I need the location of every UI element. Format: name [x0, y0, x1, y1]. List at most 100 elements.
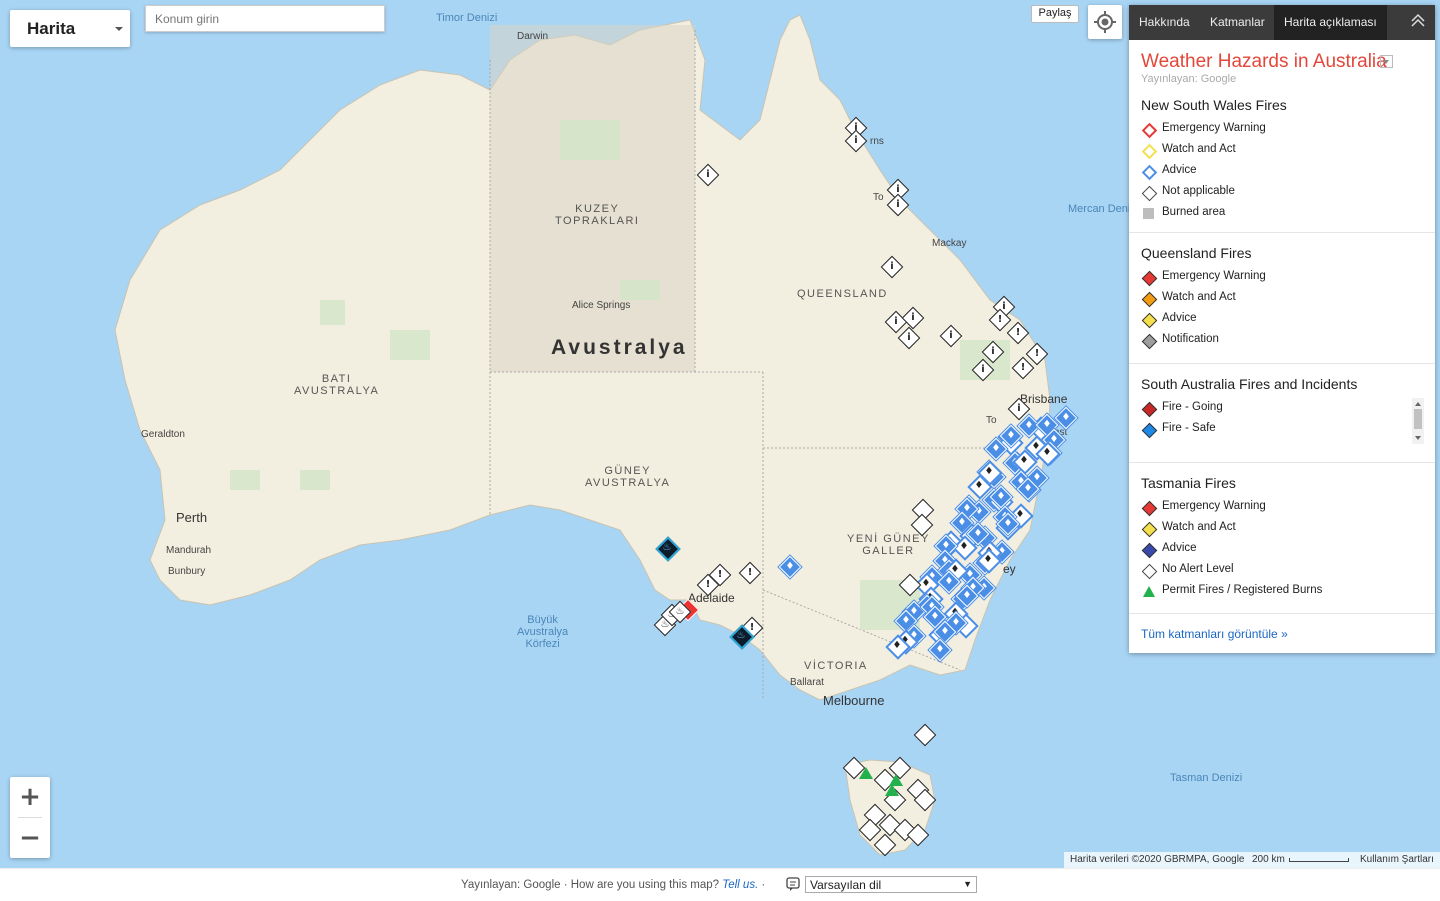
watch-marker[interactable]: !: [738, 561, 762, 585]
watch-marker[interactable]: !: [1011, 356, 1035, 380]
sa-fire-marker[interactable]: ♨: [668, 600, 692, 624]
chevron-up-icon: [1411, 13, 1425, 27]
qld-notification-marker[interactable]: i: [886, 193, 910, 217]
diamond-icon: [1141, 312, 1158, 329]
collapse-panel-button[interactable]: [1401, 5, 1435, 40]
permit-burn-marker[interactable]: [859, 767, 873, 779]
watch-marker[interactable]: !: [708, 563, 732, 587]
not-applicable-marker[interactable]: [898, 573, 922, 597]
nsw-advice-marker[interactable]: ♦: [996, 512, 1020, 536]
diamond-icon: [1141, 291, 1158, 308]
permit-burn-marker[interactable]: [885, 784, 899, 796]
chevron-down-icon: [115, 27, 123, 31]
label-country: Avustralya: [551, 336, 688, 359]
section-scrollbar[interactable]: [1412, 398, 1424, 444]
scroll-arrows-icon: [1414, 402, 1422, 440]
legend-item-label: Watch and Act: [1162, 143, 1236, 155]
sa-fire-safe-marker[interactable]: ♨: [655, 536, 681, 562]
section-divider: [1129, 363, 1435, 364]
panel-tabs: Hakkında Katmanlar Harita açıklaması: [1129, 5, 1435, 40]
label-victoria: VİCTORIA: [804, 660, 868, 672]
nsw-advice-marker[interactable]: ♦: [989, 485, 1013, 509]
qld-notification-marker[interactable]: i: [981, 340, 1005, 364]
tell-us-link[interactable]: Tell us.: [722, 879, 758, 891]
qld-notification-marker[interactable]: i: [901, 306, 925, 330]
legend-item-label: Emergency Warning: [1162, 270, 1266, 282]
nsw-advice-marker[interactable]: ♦: [1035, 441, 1061, 467]
nsw-advice-marker[interactable]: ♦: [778, 555, 802, 579]
legend-item-label: Advice: [1162, 542, 1197, 554]
legend-item-label: Advice: [1162, 312, 1197, 324]
legend-section-title: South Australia Fires and Incidents: [1141, 376, 1358, 392]
footer-publisher: Yayınlayan: Google · How are you using t…: [461, 879, 720, 891]
crosshair-icon: [1094, 11, 1116, 33]
tas-no-alert-marker[interactable]: [858, 818, 882, 842]
diamond-icon: [1141, 422, 1158, 439]
nsw-advice-marker[interactable]: ♦: [952, 535, 978, 561]
search-input[interactable]: [145, 5, 385, 32]
legend-item-label: Fire - Going: [1162, 401, 1223, 413]
legend-section-title: Queensland Fires: [1141, 245, 1252, 261]
label-melbourne: Melbourne: [823, 693, 885, 708]
diamond-icon: [1141, 122, 1158, 139]
qld-notification-marker[interactable]: i: [897, 326, 921, 350]
section-divider: [1129, 613, 1435, 614]
qld-notification-marker[interactable]: i: [844, 129, 868, 153]
nsw-advice-marker[interactable]: ♦: [976, 548, 1002, 574]
tas-no-alert-marker[interactable]: [906, 823, 930, 847]
diamond-icon: [1141, 270, 1158, 287]
qld-notification-marker[interactable]: i: [939, 324, 963, 348]
qld-notification-marker[interactable]: i: [880, 255, 904, 279]
tab-layers[interactable]: Katmanlar: [1200, 5, 1275, 40]
label-alice-springs: Alice Springs: [572, 300, 631, 311]
my-location-button[interactable]: [1088, 5, 1122, 39]
northern-territory-highlight: [490, 25, 695, 372]
not-applicable-marker[interactable]: [913, 723, 937, 747]
scale-label: 200 km: [1252, 854, 1285, 865]
nsw-advice-marker[interactable]: ♦: [1016, 477, 1040, 501]
view-all-layers-link[interactable]: Tüm katmanları görüntüle »: [1141, 627, 1288, 641]
map-type-label: Harita: [27, 19, 76, 38]
qld-notification-marker[interactable]: i: [971, 358, 995, 382]
title-dropdown-button[interactable]: [1380, 55, 1393, 68]
tas-no-alert-marker[interactable]: [913, 788, 937, 812]
nsw-advice-marker[interactable]: ♦: [1054, 406, 1078, 430]
tab-about[interactable]: Hakkında: [1129, 5, 1200, 40]
label-toowoomba-fragment: To: [986, 415, 997, 426]
footer-bar: Yayınlayan: Google · How are you using t…: [0, 868, 1440, 901]
legend-item-label: Notification: [1162, 333, 1219, 345]
label-mandurah: Mandurah: [166, 545, 212, 556]
qld-notification-marker[interactable]: i: [696, 163, 720, 187]
label-queensland: QUEENSLAND: [797, 288, 888, 300]
tab-legend[interactable]: Harita açıklaması: [1274, 5, 1387, 40]
label-timor-sea: Timor Denizi: [436, 12, 498, 24]
share-button[interactable]: Paylaş: [1031, 5, 1079, 23]
watch-marker[interactable]: !: [1006, 321, 1030, 345]
square-icon: [1143, 208, 1154, 219]
caret-down-icon: ▼: [963, 879, 972, 889]
watch-marker[interactable]: !: [988, 308, 1012, 332]
map-type-dropdown[interactable]: Harita: [10, 10, 130, 47]
label-ballarat: Ballarat: [790, 677, 824, 688]
terms-link[interactable]: Kullanım Şartları: [1360, 854, 1434, 865]
nsw-advice-marker[interactable]: ♦: [984, 437, 1008, 461]
attribution-data: Harita verileri ©2020 GBRMPA, Google: [1070, 854, 1245, 865]
zoom-in-button[interactable]: +: [10, 777, 50, 817]
nsw-advice-marker[interactable]: ♦: [928, 638, 952, 662]
legend-item-label: Permit Fires / Registered Burns: [1162, 584, 1323, 596]
footer-text: Yayınlayan: Google · How are you using t…: [461, 879, 765, 891]
nsw-advice-marker[interactable]: ♦: [885, 634, 911, 660]
diamond-icon: [1141, 164, 1158, 181]
language-select[interactable]: Varsayılan dil ▼: [805, 876, 977, 893]
label-northern-territory: KUZEY TOPRAKLARI: [555, 203, 640, 227]
label-perth: Perth: [176, 510, 208, 525]
diamond-icon: [1141, 500, 1158, 517]
legend-section-title: New South Wales Fires: [1141, 97, 1287, 113]
not-applicable-marker[interactable]: [910, 513, 934, 537]
label-nsw: YENİ GÜNEY GALLER: [847, 533, 930, 557]
diamond-icon: [1141, 401, 1158, 418]
label-south-australia: GÜNEY AVUSTRALYA: [585, 465, 671, 489]
zoom-out-button[interactable]: −: [10, 818, 50, 858]
sa-fire-safe-marker[interactable]: ♨: [729, 624, 755, 650]
diamond-icon: [1141, 333, 1158, 350]
